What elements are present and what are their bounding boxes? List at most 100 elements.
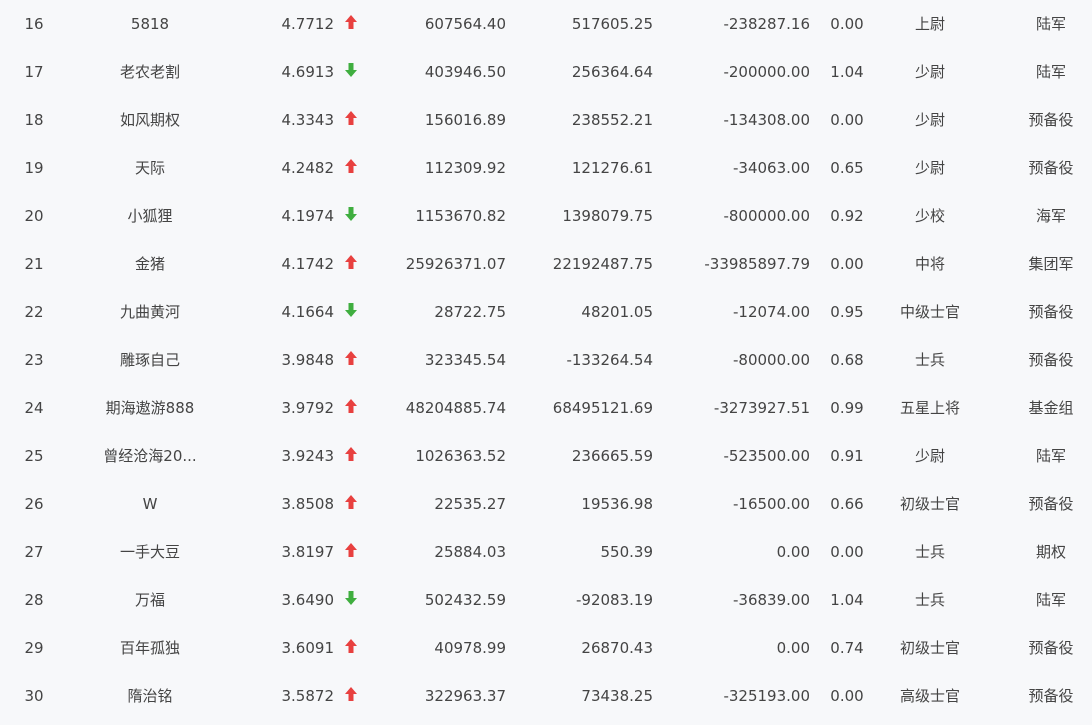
rank-title: 上尉 (914, 15, 945, 33)
table-row[interactable]: 26 W 3.8508 22535.27 19536.98 -16500.00 0.66 初级… (0, 480, 1092, 528)
arrow-down-icon (344, 590, 358, 606)
ratio-value: 0.66 (830, 495, 864, 513)
score-value: 4.1664 (281, 303, 335, 321)
value-3: -12074.00 (733, 303, 810, 321)
score-value: 4.1742 (281, 255, 335, 273)
group-label: 基金组 (1028, 399, 1074, 417)
trader-name[interactable]: W (90, 480, 210, 528)
value-2: 48201.05 (581, 303, 653, 321)
trader-name[interactable]: 曾经沧海20... (90, 432, 210, 480)
rank-title: 少尉 (914, 63, 945, 81)
rank-cell: 25 (24, 447, 44, 465)
table-row[interactable]: 27 一手大豆 3.8197 25884.03 550.39 0.00 0.00 士兵 期权 (0, 528, 1092, 576)
value-2: 1398079.75 (562, 207, 653, 225)
group-label: 预备役 (1028, 687, 1074, 705)
score-value: 4.2482 (281, 159, 335, 177)
arrow-up-icon (344, 494, 358, 510)
table-row[interactable]: 30 隋治铭 3.5872 322963.37 73438.25 -325193.00 0.… (0, 672, 1092, 720)
value-1: 25884.03 (434, 543, 506, 561)
value-2: 19536.98 (581, 495, 653, 513)
table-row[interactable]: 23 雕琢自己 3.9848 323345.54 -133264.54 -80000.00… (0, 336, 1092, 384)
arrow-up-icon (344, 446, 358, 462)
rank-cell: 20 (24, 207, 44, 225)
rank-title: 少尉 (914, 111, 945, 129)
score-value: 4.1974 (281, 207, 335, 225)
rank-title: 士兵 (914, 591, 945, 609)
score-value: 3.8197 (281, 543, 335, 561)
arrow-down-icon (344, 62, 358, 78)
trader-name[interactable]: 万福 (90, 576, 210, 624)
rank-cell: 26 (24, 495, 44, 513)
trader-name[interactable]: 一手大豆 (90, 528, 210, 576)
group-label: 预备役 (1028, 111, 1074, 129)
value-1: 403946.50 (424, 63, 506, 81)
table-row[interactable]: 20 小狐狸 4.1974 1153670.82 1398079.75 -800000.0… (0, 192, 1092, 240)
trader-name[interactable]: 小狐狸 (90, 192, 210, 240)
value-1: 322963.37 (424, 687, 506, 705)
ratio-value: 0.00 (830, 687, 864, 705)
score-value: 3.6490 (281, 591, 335, 609)
value-1: 1026363.52 (415, 447, 506, 465)
value-2: 238552.21 (571, 111, 653, 129)
table-row[interactable]: 22 九曲黄河 4.1664 28722.75 48201.05 -12074.00 0.9… (0, 288, 1092, 336)
table-row[interactable]: 28 万福 3.6490 502432.59 -92083.19 -36839.00 1.0… (0, 576, 1092, 624)
rank-title: 初级士官 (899, 495, 960, 513)
arrow-down-icon (344, 302, 358, 318)
rank-title: 中级士官 (899, 303, 960, 321)
arrow-up-icon (344, 686, 358, 702)
trader-name[interactable]: 百年孤独 (90, 624, 210, 672)
value-1: 607564.40 (424, 15, 506, 33)
trend-indicator (340, 672, 362, 720)
rank-cell: 29 (24, 639, 44, 657)
trader-name[interactable]: 金猪 (90, 240, 210, 288)
value-1: 28722.75 (434, 303, 506, 321)
table-row[interactable]: 21 金猪 4.1742 25926371.07 22192487.75 -3398589… (0, 240, 1092, 288)
value-3: -523500.00 (723, 447, 810, 465)
value-2: 550.39 (600, 543, 654, 561)
value-2: 121276.61 (571, 159, 653, 177)
value-3: -16500.00 (733, 495, 810, 513)
ratio-value: 1.04 (830, 591, 864, 609)
rank-title: 中将 (914, 255, 945, 273)
group-label: 预备役 (1028, 495, 1074, 513)
trader-name[interactable]: 天际 (90, 144, 210, 192)
score-value: 3.9792 (281, 399, 335, 417)
table-row[interactable]: 24 期海遨游888 3.9792 48204885.74 68495121.69 -32… (0, 384, 1092, 432)
arrow-down-icon (344, 206, 358, 222)
ratio-value: 0.00 (830, 111, 864, 129)
group-label: 集团军 (1028, 255, 1074, 273)
trader-name[interactable]: 老农老割 (90, 48, 210, 96)
trader-name[interactable]: 期海遨游888 (90, 384, 210, 432)
value-2: 517605.25 (571, 15, 653, 33)
rank-cell: 30 (24, 687, 44, 705)
ratio-value: 1.04 (830, 63, 864, 81)
trader-name[interactable]: 5818 (90, 0, 210, 48)
ratio-value: 0.92 (830, 207, 864, 225)
ratio-value: 0.00 (830, 255, 864, 273)
trader-name[interactable]: 九曲黄河 (90, 288, 210, 336)
rank-cell: 28 (24, 591, 44, 609)
rank-cell: 22 (24, 303, 44, 321)
group-label: 陆军 (1035, 63, 1066, 81)
trader-name[interactable]: 雕琢自己 (90, 336, 210, 384)
table-row[interactable]: 19 天际 4.2482 112309.92 121276.61 -34063.00 0.6… (0, 144, 1092, 192)
group-label: 陆军 (1035, 15, 1066, 33)
trend-indicator (340, 336, 362, 384)
trend-indicator (340, 0, 362, 48)
value-1: 25926371.07 (405, 255, 506, 273)
value-1: 1153670.82 (415, 207, 506, 225)
value-1: 40978.99 (434, 639, 506, 657)
score-value: 4.7712 (281, 15, 335, 33)
table-row[interactable]: 29 百年孤独 3.6091 40978.99 26870.43 0.00 0.74 初级士官… (0, 624, 1092, 672)
score-value: 3.9243 (281, 447, 335, 465)
trader-name[interactable]: 如风期权 (90, 96, 210, 144)
table-row[interactable]: 16 5818 4.7712 607564.40 517605.25 -238287.16… (0, 0, 1092, 48)
table-row[interactable]: 17 老农老割 4.6913 403946.50 256364.64 -200000.00… (0, 48, 1092, 96)
value-3: -325193.00 (723, 687, 810, 705)
value-2: 73438.25 (581, 687, 653, 705)
trader-name[interactable]: 隋治铭 (90, 672, 210, 720)
value-3: -238287.16 (723, 15, 810, 33)
table-row[interactable]: 18 如风期权 4.3343 156016.89 238552.21 -134308.00… (0, 96, 1092, 144)
table-row[interactable]: 25 曾经沧海20... 3.9243 1026363.52 236665.59 -523… (0, 432, 1092, 480)
value-3: 0.00 (776, 639, 810, 657)
